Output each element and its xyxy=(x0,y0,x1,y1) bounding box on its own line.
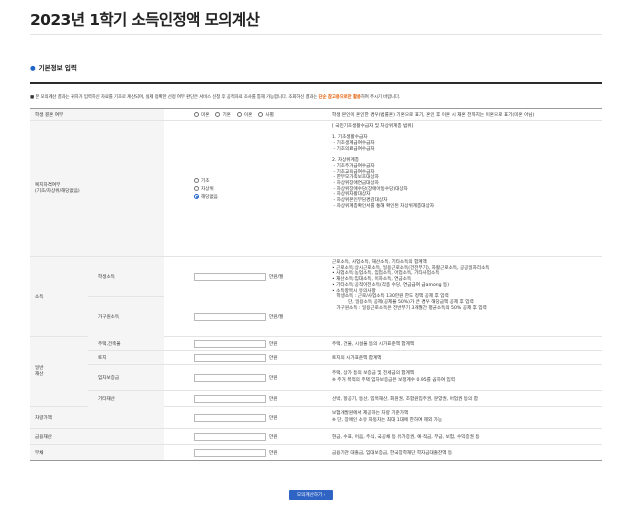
radio-divorced[interactable]: 이혼 xyxy=(236,112,253,118)
radio-circle-icon xyxy=(194,112,199,117)
radio-label: 미혼 xyxy=(201,112,210,118)
radio-label: 사별 xyxy=(265,112,274,118)
house-input[interactable] xyxy=(194,339,266,348)
notice-highlight: 단순 참고용으로만 활용 xyxy=(318,95,361,100)
student-income-input[interactable] xyxy=(194,273,266,281)
radio-label: 기초 xyxy=(201,178,210,184)
row-marriage: 학생 결혼 여부 미혼 기혼 이혼 사별 학생 본인이 혼인한 경우(법률혼) … xyxy=(30,109,602,121)
radio-basic[interactable]: 기초 xyxy=(194,178,218,184)
marriage-label: 학생 결혼 여부 xyxy=(30,109,164,120)
title-divider xyxy=(30,34,602,35)
vehicle-desc-line2: ※ 단, 장애인 소유 자동차는 최대 1대에 한하여 제외 가능 xyxy=(332,417,443,423)
unit-label: 만원 xyxy=(269,450,278,456)
welfare-label-line2: (기초/차상위/해당없음) xyxy=(35,188,80,194)
other-property-input[interactable] xyxy=(194,395,266,403)
student-income-cell: 만원/월 xyxy=(164,257,324,297)
section-divider xyxy=(30,82,602,84)
debt-input[interactable] xyxy=(194,448,266,457)
unit-label: 만원 xyxy=(269,434,278,440)
notice-suffix: 하여 주시기 바랍니다. xyxy=(360,95,401,100)
income-desc-line: 가구원소득 : 일용근로소득은 전반부기 3개월간 평균소득의 50% 공제 후… xyxy=(332,305,487,311)
deposit-input[interactable] xyxy=(194,373,266,382)
radio-checked-icon xyxy=(194,194,199,199)
radio-label: 이혼 xyxy=(243,112,253,118)
house-desc: 주택, 건물, 시설물 등의 시가표준액 합계액 xyxy=(332,342,415,347)
family-income-cell: 만원/월 xyxy=(164,297,324,337)
finance-input[interactable] xyxy=(194,432,266,441)
income-desc: 근로소득, 사업소득, 재산소득, 기타소득의 합계액 • 근로소득:상시근로소득… xyxy=(328,257,602,336)
input-form: 학생 결혼 여부 미혼 기혼 이혼 사별 학생 본인이 혼인한 경우(법률혼) … xyxy=(30,108,602,461)
row-vehicle: 차량가액 만원 보험개발원에서 제공하는 차량 기준가액 ※ 단, 장애인 소유 … xyxy=(30,407,602,429)
page-title: 2023년 1학기 소득인정액 모의계산 xyxy=(30,11,260,29)
row-welfare: 복지자격여부 (기초/차상위/해당없음) 기초 차상위 해당없음 [ 국민기초생활… xyxy=(30,121,602,257)
notice-text: ■ 본 모의계산 결과는 귀하가 입력하신 자료를 기초로 계산되며, 실제 정… xyxy=(30,94,400,100)
radio-label: 해당없음 xyxy=(201,194,218,200)
unit-label: 만원 xyxy=(269,355,278,361)
unit-label: 만원 xyxy=(269,397,278,402)
row-income: 소득 학생소득 만원/월 가구원소득 만원/월 근로소득, 사업소득, 재산소득… xyxy=(30,257,602,337)
notice-prefix: ■ 본 모의계산 결과는 귀하가 입력하신 자료를 기초로 계산되며, 실제 정… xyxy=(30,95,319,100)
other-property-label: 기타재산 xyxy=(88,391,164,407)
bullet-icon: ● xyxy=(30,64,36,72)
deposit-label: 임차보증금 xyxy=(88,365,164,391)
radio-unmarried[interactable]: 미혼 xyxy=(194,112,209,118)
radio-near-poor[interactable]: 차상위 xyxy=(194,186,218,192)
welfare-options: 기초 차상위 해당없음 xyxy=(164,121,324,256)
finance-desc: 현금, 수표, 어음, 주식, 국공채 등 유가증권, 예·적금, 부금, 보험… xyxy=(332,434,480,440)
unit-label: 만원/월 xyxy=(269,315,284,320)
welfare-desc: [ 국민기초생활수급자 및 차상위계층 범위] 1. 기초생활수급자 - 기초생계… xyxy=(328,121,602,256)
row-debt: 부채 만원 금융기관 대출금, 임대보증금, 한국장학재단 학자금대출잔액 등 xyxy=(30,445,602,461)
debt-desc: 금융기관 대출금, 임대보증금, 한국장학재단 학자금대출잔액 등 xyxy=(332,450,453,456)
radio-circle-icon xyxy=(215,112,221,117)
radio-none[interactable]: 해당없음 xyxy=(194,194,218,200)
land-desc: 토지의 시가표준액 합계액 xyxy=(332,356,382,361)
land-label: 토지 xyxy=(88,351,164,365)
vehicle-desc-line1: 보험개발원에서 제공하는 차량 기준가액 xyxy=(332,410,409,416)
welfare-label: 복지자격여부 (기초/차상위/해당없음) xyxy=(30,121,164,256)
vehicle-input[interactable] xyxy=(194,413,266,422)
vehicle-desc: 보험개발원에서 제공하는 차량 기준가액 ※ 단, 장애인 소유 자동차는 최대 … xyxy=(328,407,602,428)
marriage-desc: 학생 본인이 혼인한 경우(법률혼) 기혼으로 표기, 혼인 후 이혼 시 재혼… xyxy=(332,112,535,118)
other-property-cell: 만원 xyxy=(164,391,324,407)
house-label: 주택,건축물 xyxy=(88,337,164,351)
unit-label: 만원 xyxy=(269,341,278,347)
row-finance: 금융재산 만원 현금, 수표, 어음, 주식, 국공채 등 유가증권, 예·적금… xyxy=(30,429,602,445)
land-input[interactable] xyxy=(194,353,266,362)
radio-married[interactable]: 기혼 xyxy=(215,112,231,118)
property-group-label: 일반 재산 xyxy=(30,337,88,406)
debt-cell: 만원 xyxy=(164,445,324,460)
section-title-text: 기본정보 입력 xyxy=(38,64,77,72)
vehicle-cell: 만원 xyxy=(164,407,324,428)
deposit-desc-line2: ※ 주거 목적의 주택 임차보증금은 보정계수 0.95를 곱하여 입력 xyxy=(332,378,455,383)
income-group-label: 소득 xyxy=(30,257,88,336)
radio-label: 차상위 xyxy=(201,186,214,192)
vehicle-label: 차량가액 xyxy=(30,407,164,428)
property-group-label-line2: 재산 xyxy=(35,371,44,377)
family-income-input[interactable] xyxy=(194,313,266,321)
radio-circle-icon xyxy=(236,112,242,117)
finance-cell: 만원 xyxy=(164,429,324,444)
welfare-desc-line: - 차상위계층확인서를 통해 확인된 차상위계층대상자 xyxy=(332,203,434,209)
radio-widowed[interactable]: 사별 xyxy=(258,112,274,118)
unit-label: 만원 xyxy=(269,375,278,381)
marriage-options: 미혼 기혼 이혼 사별 xyxy=(164,109,324,120)
unit-label: 만원 xyxy=(269,415,278,421)
row-property: 일반 재산 주택,건축물 만원 주택, 건물, 시설물 등의 시가표준액 합계액 … xyxy=(30,337,602,407)
debt-label: 부채 xyxy=(30,445,164,460)
family-income-label: 가구원소득 xyxy=(88,297,164,337)
finance-label: 금융재산 xyxy=(30,429,164,444)
radio-circle-icon xyxy=(258,112,264,117)
radio-label: 기혼 xyxy=(222,112,231,118)
calculate-button[interactable]: 모의계산하기 › xyxy=(289,490,333,500)
radio-circle-icon xyxy=(194,178,199,183)
student-income-label: 학생소득 xyxy=(88,257,164,297)
deposit-desc-line1: 주택, 상가 등의 보증금 및 전세금의 합계액 xyxy=(332,371,415,377)
other-property-desc: 선박, 항공기, 동산, 입목재산, 회원권, 조합원입주권, 분양권, 어업권… xyxy=(332,397,478,402)
unit-label: 만원/월 xyxy=(269,275,284,280)
deposit-desc: 주택, 상가 등의 보증금 및 전세금의 합계액 ※ 주거 목적의 주택 임차보증… xyxy=(328,365,602,391)
section-title: ● 기본정보 입력 xyxy=(30,62,77,72)
radio-circle-icon xyxy=(194,186,199,191)
